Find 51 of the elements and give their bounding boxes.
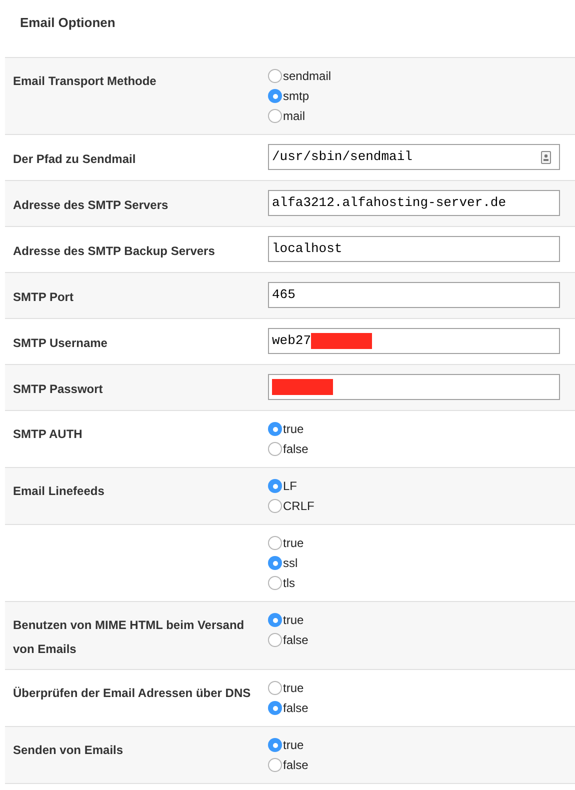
field-label: SMTP Passwort	[13, 382, 103, 396]
radio-button[interactable]	[268, 701, 282, 715]
option-label: mail	[283, 108, 306, 125]
radio-button[interactable]	[268, 499, 282, 513]
radio-button[interactable]	[268, 556, 282, 570]
field-label: Adresse des SMTP Servers	[13, 198, 168, 212]
option-label: tls	[283, 575, 295, 592]
radio-button[interactable]	[268, 613, 282, 627]
option-label: true	[283, 680, 304, 697]
option-label: smtp	[283, 88, 310, 105]
field-label: SMTP Username	[13, 336, 108, 350]
radio-button[interactable]	[268, 69, 282, 83]
text-field[interactable]: localhost	[268, 236, 560, 262]
option-label: sendmail	[283, 68, 332, 85]
field-label: SMTP AUTH	[13, 427, 82, 441]
option-label: false	[283, 632, 308, 649]
text-field[interactable]	[268, 374, 560, 400]
radio-button[interactable]	[268, 536, 282, 550]
radio-button[interactable]	[268, 576, 282, 590]
radio-button[interactable]	[268, 758, 282, 772]
text-field[interactable]: alfa3212.alfahosting-server.de	[268, 190, 560, 216]
field-label: Adresse des SMTP Backup Servers	[13, 244, 215, 258]
field-label: Senden von Emails	[13, 743, 124, 757]
radio-button[interactable]	[268, 422, 282, 436]
field-label: Email Linefeeds	[13, 484, 104, 498]
option-label: true	[283, 421, 304, 438]
option-label: LF	[283, 478, 298, 495]
field-label: SMTP Port	[13, 290, 74, 304]
field-label: Benutzen von MIME HTML beim Versand von Emails	[13, 618, 244, 656]
option-label: false	[283, 700, 308, 717]
section-title: Email Optionen	[20, 15, 116, 30]
text-field[interactable]: 465	[268, 282, 560, 308]
text-field[interactable]: /usr/sbin/sendmail	[268, 144, 560, 170]
option-label: true	[283, 535, 304, 552]
radio-button[interactable]	[268, 89, 282, 103]
radio-button[interactable]	[268, 442, 282, 456]
field-label: Der Pfad zu Sendmail	[13, 152, 136, 166]
option-label: false	[283, 757, 308, 774]
radio-button[interactable]	[268, 479, 282, 493]
radio-button[interactable]	[268, 681, 282, 695]
option-label: true	[283, 612, 304, 629]
option-label: false	[283, 441, 308, 458]
option-label: ssl	[283, 555, 298, 572]
option-label: true	[283, 737, 304, 754]
field-label: Email Transport Methode	[13, 74, 156, 88]
radio-button[interactable]	[268, 738, 282, 752]
field-label: Überprüfen der Email Adressen über DNS	[13, 686, 251, 700]
radio-button[interactable]	[268, 633, 282, 647]
text-field[interactable]: web27	[268, 328, 560, 354]
option-label: CRLF	[283, 498, 314, 515]
radio-button[interactable]	[268, 109, 282, 123]
